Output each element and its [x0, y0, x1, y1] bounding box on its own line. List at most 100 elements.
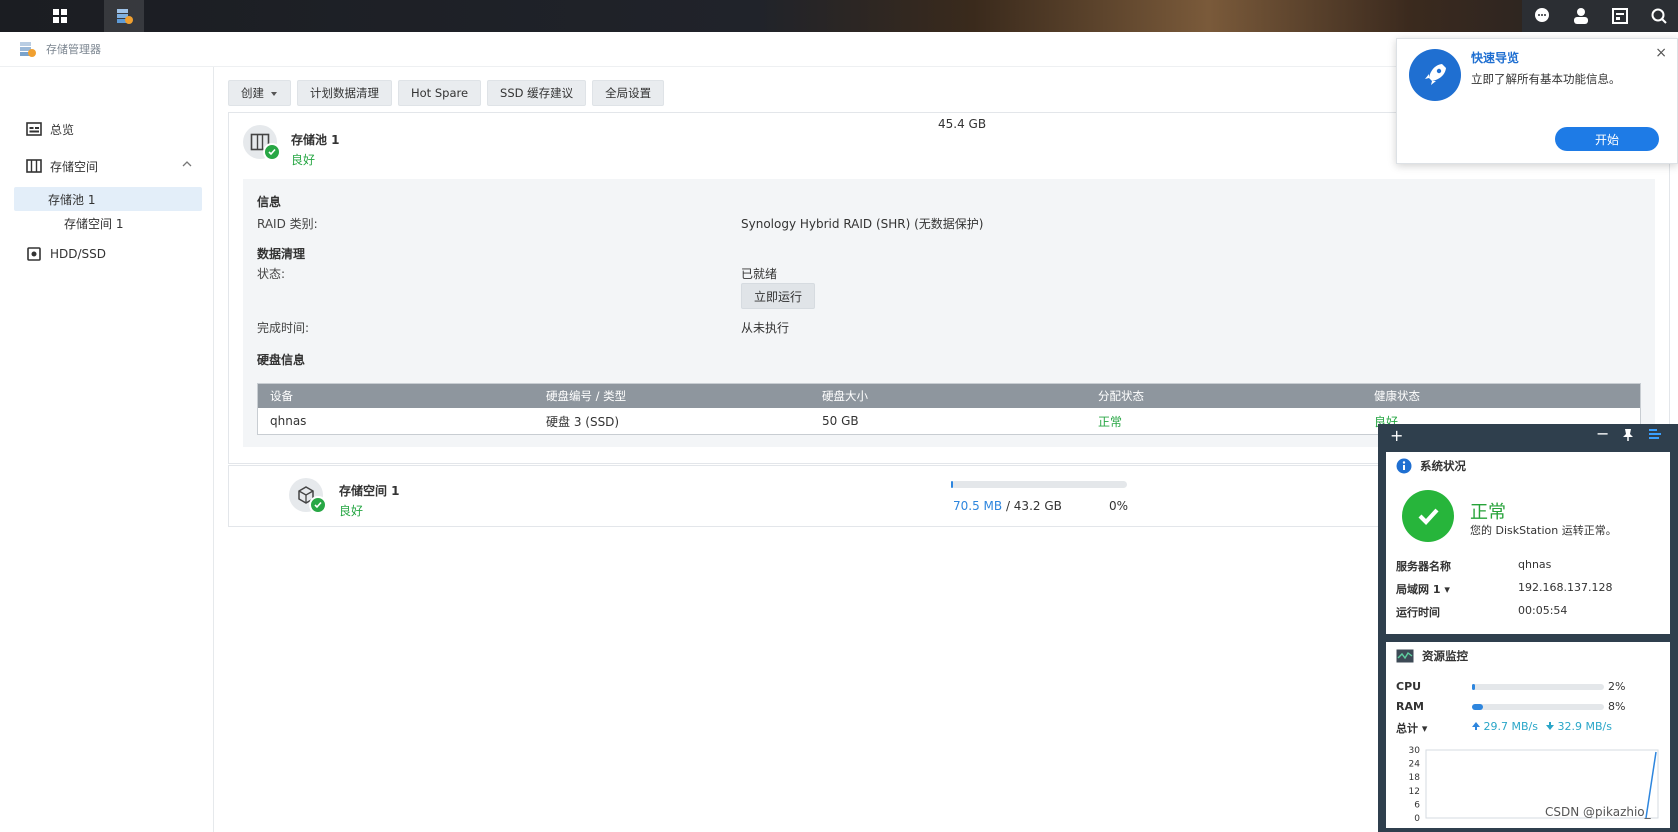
uptime-value: 00:05:54	[1518, 604, 1568, 617]
column-header[interactable]: 分配状态	[1086, 388, 1362, 404]
column-header[interactable]: 硬盘编号 / 类型	[534, 388, 810, 404]
chat-icon[interactable]	[1533, 7, 1551, 25]
widgets-icon[interactable]	[1611, 7, 1629, 25]
volume-usage-fill	[951, 481, 953, 488]
system-health-title-row: 系统状况	[1396, 458, 1466, 474]
system-health-widget: 系统状况 正常 您的 DiskStation 运转正常。 服务器名称 qhnas…	[1386, 452, 1670, 634]
cpu-percent: 2%	[1608, 680, 1626, 693]
volume-total: / 43.2 GB	[1002, 499, 1062, 513]
storage-pool-icon	[243, 125, 281, 161]
resource-monitor-widget: 资源监控 CPU 2% RAM 8% 总计 ▾ 29.7 MB/s 32.9 M…	[1386, 642, 1670, 828]
guide-title: 快速导览	[1471, 51, 1520, 65]
chevron-up-icon[interactable]	[182, 158, 192, 172]
cell-device: qhnas	[270, 414, 307, 428]
user-icon[interactable]	[1572, 7, 1590, 25]
global-settings-button[interactable]: 全局设置	[592, 80, 665, 106]
pin-icon[interactable]	[1622, 428, 1634, 445]
disk-info-section-title: 硬盘信息	[257, 353, 306, 367]
schedule-scrub-button[interactable]: 计划数据清理	[297, 80, 392, 106]
info-icon	[1396, 458, 1412, 474]
volume-usage-bar	[951, 481, 1127, 488]
create-button[interactable]: 创建	[228, 80, 291, 106]
download-arrow-icon	[1546, 722, 1554, 730]
info-section-title: 信息	[257, 195, 282, 209]
hot-spare-button[interactable]: Hot Spare	[398, 80, 482, 106]
caret-down-icon	[270, 86, 278, 100]
finish-time-value: 从未执行	[741, 321, 790, 335]
download-rate: 32.9 MB/s	[1546, 720, 1612, 733]
finish-time-label: 完成时间:	[257, 321, 310, 335]
chart-tick-label: 6	[1414, 800, 1420, 810]
volume-name: 存储空间 1	[339, 484, 400, 498]
pool-status: 良好	[291, 153, 316, 167]
close-icon[interactable]: ×	[1655, 45, 1667, 61]
sidebar-item-label: 存储空间 1	[64, 216, 124, 231]
pool-name: 存储池 1	[291, 133, 340, 147]
sidebar-item-overview[interactable]: 总览	[14, 117, 202, 141]
sidebar-item-hdd-ssd[interactable]: HDD/SSD	[14, 242, 202, 266]
add-widget-icon[interactable]: +	[1390, 426, 1403, 445]
sidebar-item-label: HDD/SSD	[50, 247, 107, 261]
pool-size: 45.4 GB	[938, 117, 987, 131]
chart-tick-label: 18	[1409, 773, 1421, 783]
status-ok-icon	[1402, 490, 1454, 542]
rocket-icon	[1409, 49, 1461, 101]
taskbar	[0, 0, 1678, 32]
system-health-title: 系统状况	[1420, 459, 1466, 473]
volume-usage-percent: 0%	[1109, 499, 1129, 513]
pool-detail-panel: 信息 RAID 类别: Synology Hybrid RAID (SHR) (…	[243, 179, 1655, 447]
scrub-status-value: 已就绪	[741, 267, 778, 281]
start-guide-button[interactable]: 开始	[1555, 127, 1659, 151]
ram-meter	[1472, 704, 1604, 710]
grid-icon	[53, 9, 67, 23]
run-now-button[interactable]: 立即运行	[741, 283, 815, 309]
ssd-cache-advisor-button[interactable]: SSD 缓存建议	[487, 80, 587, 106]
widget-panel: + − 系统状况 正常 您的 DiskStation 运转正常。 服务器名称 q…	[1378, 424, 1678, 832]
scrub-section-title: 数据清理	[257, 247, 306, 261]
server-name-label: 服务器名称	[1396, 560, 1451, 573]
overview-icon	[26, 122, 42, 136]
cell-disk-size: 50 GB	[822, 414, 859, 428]
column-header[interactable]: 设备	[258, 388, 534, 404]
uptime-label: 运行时间	[1396, 606, 1440, 619]
sidebar-item-pool-1[interactable]: 存储池 1	[14, 187, 202, 211]
sidebar-item-label: 存储空间	[50, 159, 99, 174]
column-header[interactable]: 健康状态	[1362, 388, 1638, 404]
sidebar: 总览 存储空间 存储池 1 存储空间 1 HDD/SSD	[0, 67, 214, 832]
widget-panel-toolbar: + −	[1378, 424, 1678, 448]
check-icon	[309, 496, 327, 514]
check-icon	[263, 143, 281, 161]
chart-tick-label: 30	[1409, 746, 1421, 756]
storage-manager-taskbar-button[interactable]	[104, 0, 144, 32]
resource-monitor-title: 资源监控	[1422, 649, 1468, 663]
upload-arrow-icon	[1472, 722, 1480, 730]
settings-icon[interactable]	[1648, 428, 1662, 443]
guide-description: 立即了解所有基本功能信息。	[1471, 72, 1621, 86]
volume-usage-text: 70.5 MB / 43.2 GB	[953, 499, 1062, 513]
volume-status: 良好	[339, 504, 364, 518]
monitor-icon	[1396, 649, 1414, 663]
column-header[interactable]: 硬盘大小	[810, 388, 1086, 404]
chart-tick-label: 12	[1409, 787, 1420, 797]
network-total-select[interactable]: 总计 ▾	[1396, 720, 1427, 736]
chart-tick-label: 24	[1409, 760, 1421, 770]
volume-icon	[289, 478, 327, 514]
scrub-status-label: 状态:	[257, 267, 286, 281]
volume-used: 70.5 MB	[953, 499, 1003, 513]
main-menu-button[interactable]	[40, 0, 80, 32]
sidebar-item-storage[interactable]: 存储空间	[14, 154, 202, 178]
upload-rate: 29.7 MB/s	[1472, 720, 1538, 733]
search-icon[interactable]	[1650, 7, 1668, 25]
window-title: 存储管理器	[46, 43, 101, 56]
sidebar-item-label: 存储池 1	[48, 192, 96, 207]
storage-manager-icon	[117, 9, 133, 24]
ram-percent: 8%	[1608, 700, 1626, 713]
sidebar-item-volume-1[interactable]: 存储空间 1	[14, 211, 202, 235]
cell-disk-type: 硬盘 3 (SSD)	[546, 414, 620, 429]
quick-guide-popup: 快速导览 立即了解所有基本功能信息。 × 开始	[1396, 38, 1678, 164]
lan-select[interactable]: 局域网 1 ▾	[1396, 581, 1450, 597]
minimize-icon[interactable]: −	[1596, 424, 1609, 443]
create-label: 创建	[241, 86, 264, 100]
sidebar-item-label: 总览	[50, 122, 75, 137]
upload-rate-value: 29.7 MB/s	[1483, 720, 1538, 733]
